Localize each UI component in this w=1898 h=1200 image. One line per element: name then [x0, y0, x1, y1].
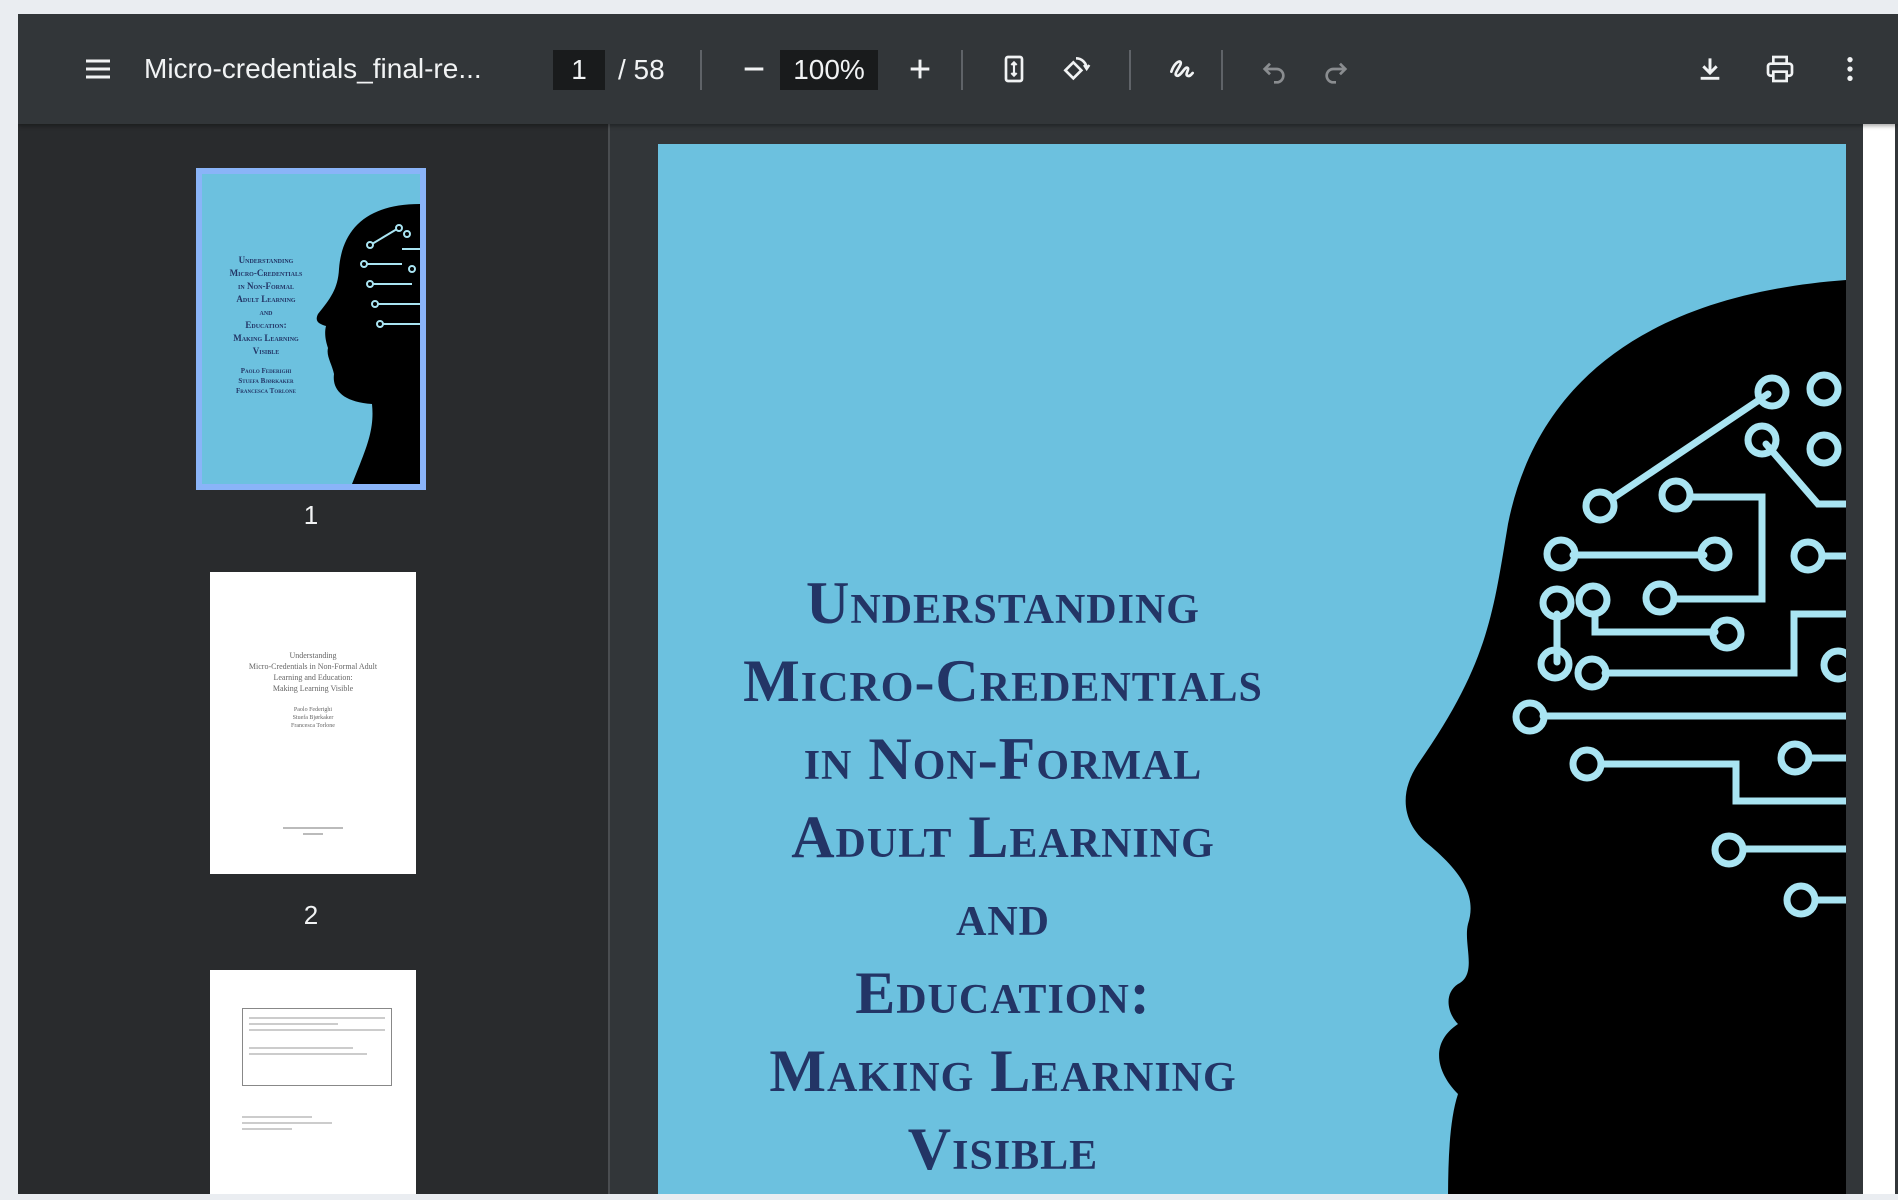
- toolbar-separator: [700, 50, 702, 90]
- thumb-author: Paolo Federighi: [240, 367, 292, 375]
- redo-icon[interactable]: [1310, 43, 1362, 95]
- cover-title: Understanding Micro-Credentials in Non-F…: [698, 564, 1308, 1188]
- download-icon[interactable]: [1684, 43, 1736, 95]
- zoom-in-icon[interactable]: [894, 43, 946, 95]
- toolbar-separator: [961, 50, 963, 90]
- thumb-title-line: in Non-Formal: [238, 281, 294, 291]
- thumb-author: Francesca Torlone: [291, 723, 335, 729]
- thumbnail-number: 2: [303, 900, 319, 930]
- zoom-level-input[interactable]: 100%: [780, 50, 878, 90]
- cover-title-line: and: [956, 882, 1050, 948]
- document-title: Micro-credentials_final-re...: [144, 53, 482, 84]
- cover-title-line: Making Learning: [769, 1038, 1237, 1104]
- page-total: / 58: [618, 54, 665, 85]
- thumb-title-line: and: [259, 307, 273, 317]
- thumb-text-line: [242, 1116, 312, 1118]
- toolbar-separator: [1221, 50, 1223, 90]
- thumb-copyright-box: [242, 1008, 392, 1086]
- thumbnail-number: 1: [303, 500, 319, 530]
- thumb-title-line: Visible: [252, 346, 280, 356]
- toolbar-separator: [1129, 50, 1131, 90]
- thumbnail-sidebar: Understanding Micro-Credentials in Non-F…: [18, 124, 608, 1194]
- cover-title-line: Education:: [855, 960, 1151, 1026]
- pdf-page-1: Understanding Micro-Credentials in Non-F…: [658, 144, 1846, 1194]
- cover-title-line: in Non-Formal: [803, 726, 1203, 792]
- thumb-title-line: Education:: [245, 320, 287, 330]
- thumbnail-1-title: Understanding Micro-Credentials in Non-F…: [208, 254, 324, 396]
- thumbnail-page-1[interactable]: Understanding Micro-Credentials in Non-F…: [196, 168, 426, 490]
- thumb-author: Stuefa Bjørkaker: [238, 377, 294, 385]
- thumbnail-page-3[interactable]: [210, 970, 416, 1194]
- thumb-publisher-line: [283, 827, 343, 829]
- thumbnail-2-title: Understanding Micro-Credentials in Non-F…: [218, 650, 408, 730]
- toolbar: Micro-credentials_final-re... 1 / 58 100…: [18, 14, 1898, 124]
- thumb-text-line: [242, 1128, 292, 1130]
- page-number-input[interactable]: 1: [553, 50, 605, 90]
- thumb-title-line: Micro-Credentials in Non-Formal Adult: [248, 662, 378, 671]
- scrollbar-track[interactable]: [1863, 124, 1895, 1194]
- cover-title-line: Visible: [907, 1116, 1099, 1182]
- pdf-viewer: Micro-credentials_final-re... 1 / 58 100…: [18, 14, 1898, 1194]
- thumb-title-line: Adult Learning: [236, 294, 296, 304]
- thumb-title-line: Micro-Credentials: [229, 268, 303, 278]
- thumb-title-line: Making Learning Visible: [272, 684, 354, 693]
- cover-title-line: Micro-Credentials: [743, 648, 1263, 714]
- thumb-text-line: [242, 1122, 332, 1124]
- cover-title-line: Adult Learning: [791, 804, 1215, 870]
- thumb-author: Stuefa Bjørkaker: [292, 715, 334, 721]
- thumb-author: Francesca Torlone: [235, 387, 297, 395]
- more-options-icon[interactable]: [1824, 43, 1876, 95]
- fit-page-icon[interactable]: [988, 43, 1040, 95]
- zoom-out-icon[interactable]: [728, 43, 780, 95]
- document-view: Understanding Micro-Credentials in Non-F…: [610, 124, 1898, 1194]
- rotate-icon[interactable]: [1050, 43, 1102, 95]
- menu-icon[interactable]: [72, 43, 124, 95]
- thumb-title-line: Learning and Education:: [273, 673, 353, 682]
- undo-icon[interactable]: [1248, 43, 1300, 95]
- thumb-title-line: Making Learning: [233, 333, 299, 343]
- annotate-icon[interactable]: [1156, 43, 1208, 95]
- print-icon[interactable]: [1754, 43, 1806, 95]
- thumbnail-page-2[interactable]: Understanding Micro-Credentials in Non-F…: [210, 572, 416, 874]
- thumb-title-line: Understanding: [238, 255, 294, 265]
- cover-title-line: Understanding: [806, 570, 1200, 636]
- thumb-title-line: Understanding: [289, 651, 337, 660]
- thumb-author: Paolo Federighi: [293, 707, 333, 713]
- thumb-year-line: [303, 833, 323, 835]
